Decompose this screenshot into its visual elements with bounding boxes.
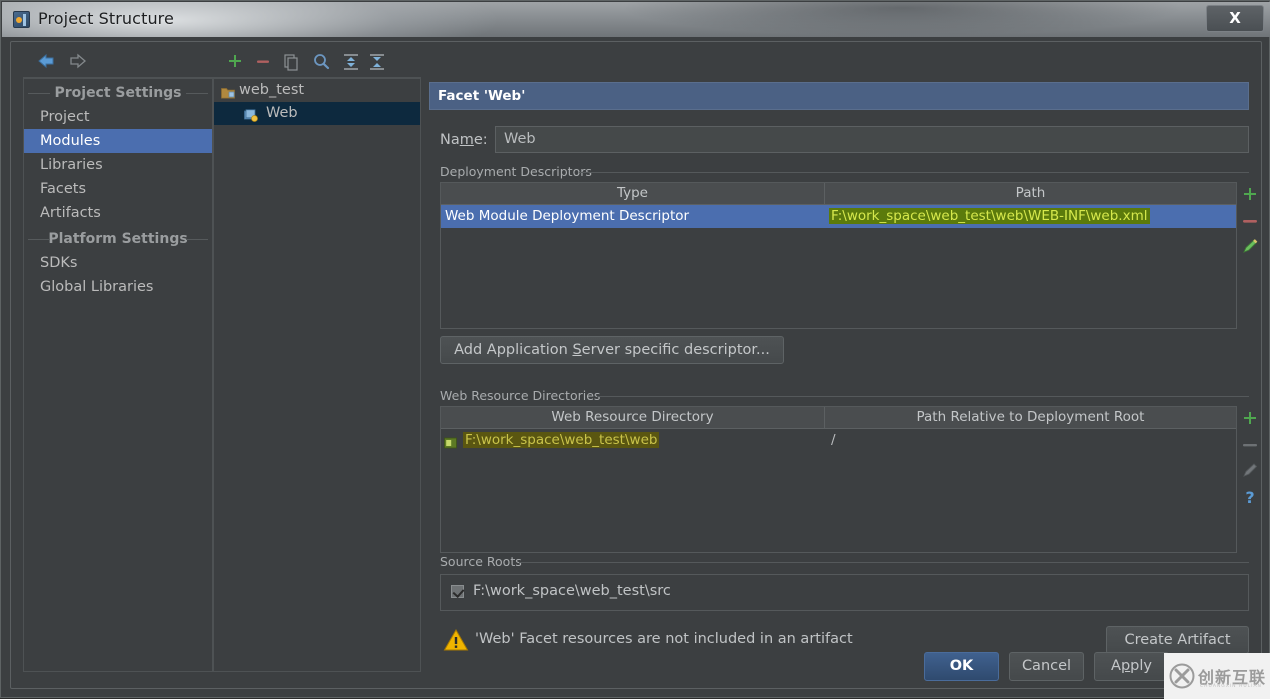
source-root-label: F:\work_space\web_test\src xyxy=(473,583,671,599)
add-descriptor-button[interactable] xyxy=(1239,182,1261,208)
name-input[interactable]: Web xyxy=(495,126,1249,153)
search-icon[interactable] xyxy=(309,50,333,74)
title-bar: Project Structure X xyxy=(2,2,1270,37)
close-icon[interactable]: X xyxy=(1206,5,1264,32)
add-app-server-descriptor-button[interactable]: Add Application Server specific descript… xyxy=(440,336,784,364)
edit-descriptor-button[interactable] xyxy=(1239,234,1261,260)
tree-node-label: Web xyxy=(266,105,298,121)
column-header-type[interactable]: Type xyxy=(441,183,825,205)
group-divider xyxy=(579,172,1249,173)
source-roots-group-label: Source Roots xyxy=(440,554,528,570)
create-artifact-button[interactable]: Create Artifact xyxy=(1106,626,1249,654)
copy-icon[interactable] xyxy=(279,50,303,74)
ok-button[interactable]: OK xyxy=(924,652,999,681)
deployment-descriptors-group-label: Deployment Descriptors xyxy=(440,164,598,180)
settings-sidebar: Project Settings Project Modules Librari… xyxy=(23,78,213,672)
plus-icon[interactable] xyxy=(223,50,247,74)
web-facet-icon xyxy=(244,107,258,122)
idea-logo-icon xyxy=(13,11,30,28)
circle-x-logo-icon xyxy=(1169,663,1195,689)
project-structure-window: Project Structure X Project Settings Pro… xyxy=(0,0,1270,699)
sidebar-group-project-settings: Project Settings xyxy=(24,81,212,105)
cell-type: Web Module Deployment Descriptor xyxy=(445,208,690,224)
deployment-descriptors-table: Type Path Web Module Deployment Descript… xyxy=(440,182,1237,329)
web-resource-directories-group-label: Web Resource Directories xyxy=(440,388,607,404)
facet-settings-panel: Facet 'Web' Name: Web Deployment Descrip… xyxy=(429,78,1258,672)
tree-toolbar xyxy=(213,46,421,78)
sidebar-item-artifacts[interactable]: Artifacts xyxy=(24,201,212,225)
sidebar-item-facets[interactable]: Facets xyxy=(24,177,212,201)
watermark-subtext: CHUANGXIN HULIAN xyxy=(1200,684,1262,689)
deployment-actions xyxy=(1239,182,1261,282)
minus-icon[interactable] xyxy=(251,50,275,74)
folder-icon xyxy=(444,434,457,449)
sidebar-group-platform-settings: Platform Settings xyxy=(24,227,212,251)
table-row[interactable]: F:\work_space\web_test\web / xyxy=(441,429,1236,452)
help-button[interactable]: ? xyxy=(1239,484,1261,510)
remove-descriptor-button[interactable] xyxy=(1239,208,1261,234)
column-header-web-resource-directory[interactable]: Web Resource Directory xyxy=(441,407,825,429)
page-title: Facet 'Web' xyxy=(429,82,1249,110)
cell-web-resource-directory: F:\work_space\web_test\web xyxy=(441,429,825,452)
sidebar-item-sdks[interactable]: SDKs xyxy=(24,251,212,275)
dialog-body: Project Settings Project Modules Librari… xyxy=(10,41,1262,689)
group-divider xyxy=(519,562,1249,563)
forward-arrow-icon xyxy=(67,53,87,69)
tree-node-label: web_test xyxy=(239,82,305,98)
add-web-resource-button[interactable] xyxy=(1239,406,1261,432)
warning-message: 'Web' Facet resources are not included i… xyxy=(475,631,853,647)
cell-path: F:\work_space\web_test\web\WEB-INF\web.x… xyxy=(829,208,1150,224)
collapse-all-icon[interactable] xyxy=(365,50,389,74)
table-header-row: Type Path xyxy=(441,183,1236,205)
expand-all-icon[interactable] xyxy=(339,50,363,74)
column-header-path[interactable]: Path xyxy=(825,183,1236,205)
remove-web-resource-button xyxy=(1239,432,1261,458)
table-header-row: Web Resource Directory Path Relative to … xyxy=(441,407,1236,429)
navigation-toolbar xyxy=(23,46,213,78)
sidebar-item-project[interactable]: Project xyxy=(24,105,212,129)
watermark: 创新互联 CHUANGXIN HULIAN xyxy=(1164,653,1270,699)
sidebar-item-libraries[interactable]: Libraries xyxy=(24,153,212,177)
tree-node-web[interactable]: Web xyxy=(214,102,420,125)
column-header-relative-path[interactable]: Path Relative to Deployment Root xyxy=(825,407,1236,429)
web-resource-actions: ? xyxy=(1239,406,1261,536)
window-title: Project Structure xyxy=(38,9,174,28)
apply-button[interactable]: Apply xyxy=(1094,652,1169,681)
tree-node-web-test[interactable]: web_test xyxy=(214,79,420,102)
cell-relative-path: / xyxy=(831,432,836,448)
web-resource-directories-table: Web Resource Directory Path Relative to … xyxy=(440,406,1237,553)
title-bar-gloss xyxy=(2,2,1270,37)
cancel-button[interactable]: Cancel xyxy=(1009,652,1084,681)
edit-web-resource-button xyxy=(1239,458,1261,484)
module-folder-icon xyxy=(221,84,235,99)
sidebar-item-modules[interactable]: Modules xyxy=(24,129,212,153)
table-row[interactable]: Web Module Deployment Descriptor F:\work… xyxy=(441,205,1236,228)
source-root-checkbox[interactable] xyxy=(451,585,464,598)
sidebar-item-global-libraries[interactable]: Global Libraries xyxy=(24,275,212,299)
back-arrow-icon[interactable] xyxy=(37,53,57,69)
warning-triangle-icon xyxy=(443,628,469,652)
source-roots-list: F:\work_space\web_test\src xyxy=(440,574,1249,611)
module-tree: web_test Web xyxy=(213,78,421,672)
svg-text:?: ? xyxy=(1245,488,1254,507)
name-label: Name: xyxy=(440,132,488,148)
group-divider xyxy=(597,396,1249,397)
